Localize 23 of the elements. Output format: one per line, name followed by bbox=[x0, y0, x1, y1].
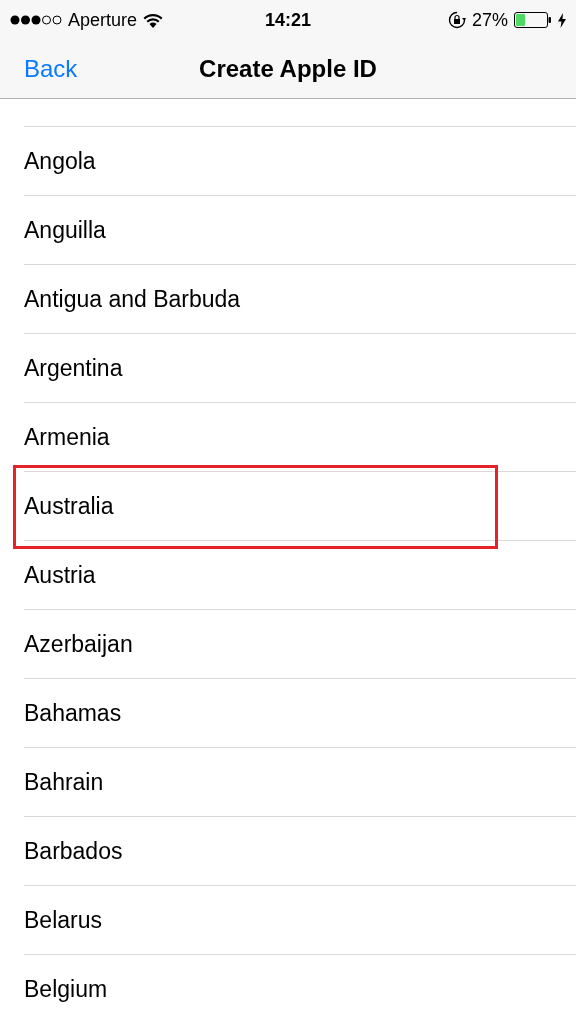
country-name[interactable]: Bahamas bbox=[24, 696, 122, 731]
country-name[interactable]: Antigua and Barbuda bbox=[24, 282, 241, 317]
signal-strength-icon bbox=[10, 15, 62, 25]
country-name[interactable]: Bahrain bbox=[24, 765, 104, 800]
carrier-name: Aperture bbox=[68, 8, 138, 32]
country-name[interactable]: Austria bbox=[24, 558, 96, 593]
charging-bolt-icon bbox=[558, 12, 566, 28]
country-name[interactable]: Barbados bbox=[24, 834, 123, 869]
country-name[interactable]: Angola bbox=[24, 144, 96, 179]
country-name[interactable]: Australia bbox=[24, 489, 114, 524]
battery-icon bbox=[514, 12, 552, 28]
battery-percentage: 27% bbox=[471, 8, 508, 32]
back-button[interactable]: Back bbox=[24, 51, 78, 87]
country-name[interactable]: Argentina bbox=[24, 351, 123, 386]
screen-title: Create Apple ID bbox=[199, 54, 377, 84]
status-time: 14:21 bbox=[265, 8, 311, 32]
wifi-icon bbox=[143, 12, 164, 28]
country-name[interactable]: Belarus bbox=[24, 903, 102, 938]
country-name[interactable]: Armenia bbox=[24, 420, 110, 455]
country-name[interactable]: Azerbaijan bbox=[24, 627, 133, 662]
country-name[interactable]: Anguilla bbox=[24, 213, 106, 248]
country-name[interactable]: Belgium bbox=[24, 972, 108, 1007]
rotation-lock-icon bbox=[447, 11, 466, 29]
